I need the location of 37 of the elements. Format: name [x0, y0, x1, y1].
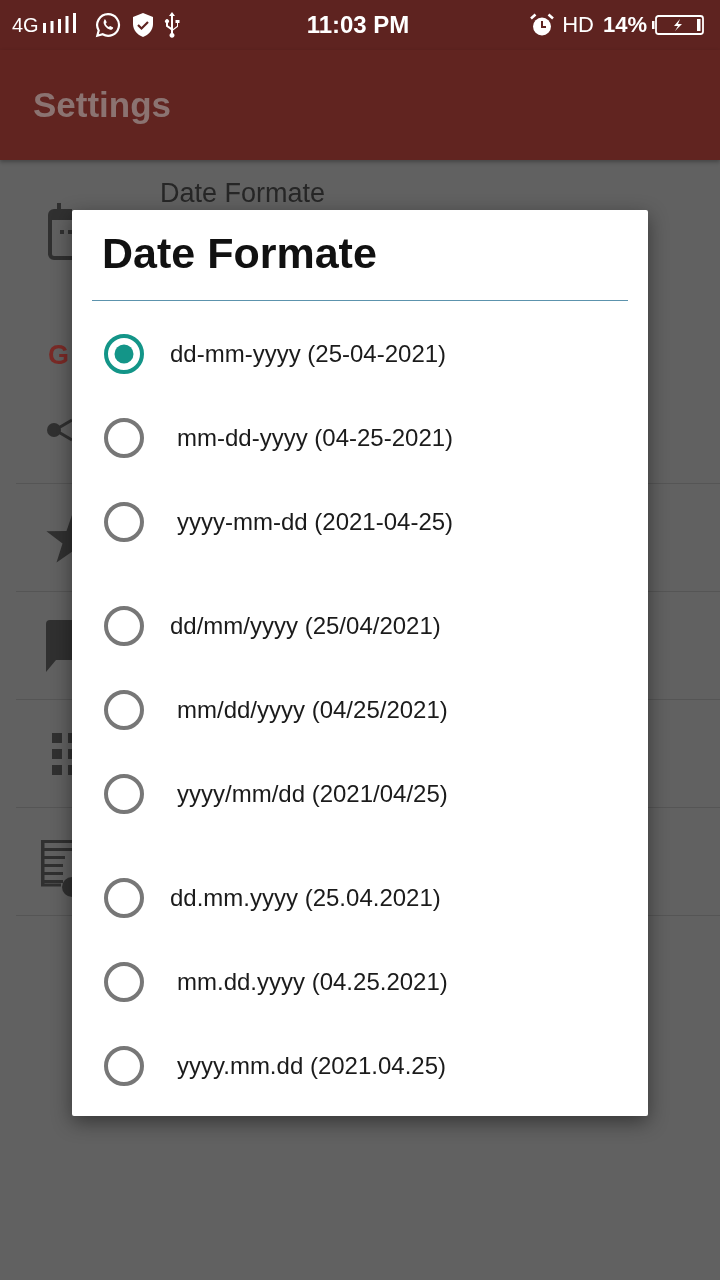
option-label[interactable]: mm.dd.yyyy (04.25.2021): [177, 967, 448, 997]
radio-button[interactable]: [104, 334, 144, 374]
calendar-icon: [48, 203, 72, 260]
chat-icon: [46, 619, 72, 672]
option-label[interactable]: yyyy-mm-dd (2021-04-25): [177, 507, 454, 537]
app-bar-title: Settings: [33, 85, 172, 125]
option-label[interactable]: mm/dd/yyyy (04/25/2021): [177, 695, 448, 725]
signal-icon: [42, 13, 77, 33]
radio-button[interactable]: [104, 606, 144, 646]
grid-icon: [52, 732, 72, 775]
section-header: G: [48, 340, 69, 370]
alarm-clock-icon: [530, 13, 555, 37]
option-label[interactable]: yyyy/mm/dd (2021/04/25): [177, 779, 448, 809]
option-label[interactable]: mm-dd-yyyy (04-25-2021): [177, 423, 454, 453]
phone-bubble-icon: [94, 12, 121, 38]
network-type: 4G: [12, 13, 39, 37]
radio-button[interactable]: [104, 774, 144, 814]
battery-charging-icon: [652, 15, 704, 35]
option-label[interactable]: dd/mm/yyyy (25/04/2021): [170, 611, 441, 641]
radio-button[interactable]: [104, 690, 144, 730]
clock-time: 11:03 PM: [306, 11, 410, 39]
radio-button[interactable]: [104, 962, 144, 1002]
radio-button[interactable]: [104, 418, 144, 458]
setting-title: Date Formate: [160, 178, 326, 208]
radio-button[interactable]: [104, 878, 144, 918]
shield-check-icon: [131, 13, 154, 37]
hd-label: HD: [562, 12, 594, 38]
battery-percent: 14%: [602, 12, 647, 38]
option-label[interactable]: dd.mm.yyyy (25.04.2021): [170, 883, 441, 913]
option-label[interactable]: dd-mm-yyyy (25-04-2021): [170, 339, 447, 369]
option-label[interactable]: yyyy.mm.dd (2021.04.25): [177, 1051, 446, 1081]
usb-icon: [163, 12, 180, 38]
share-icon: [46, 416, 72, 443]
radio-button[interactable]: [104, 1046, 144, 1086]
document-icon: [41, 840, 72, 897]
radio-button[interactable]: [104, 502, 144, 542]
dialog-title: Date Formate: [102, 228, 377, 279]
